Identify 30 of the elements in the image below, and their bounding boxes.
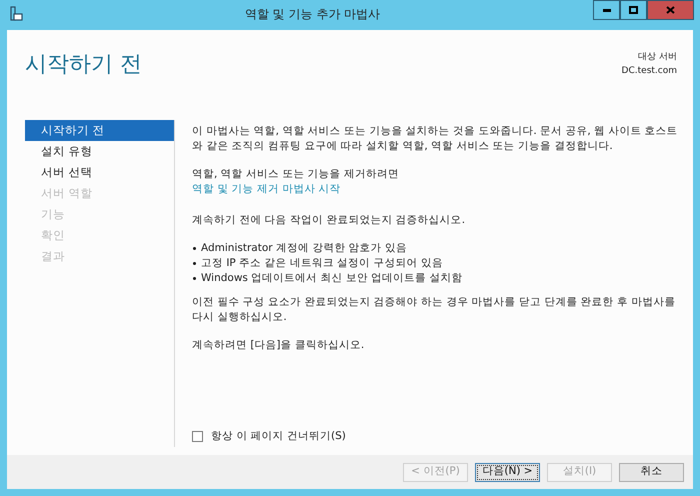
target-server-label: 대상 서버 <box>637 51 677 64</box>
wizard-step[interactable]: 시작하기 전 <box>25 120 174 141</box>
target-server-name: DC.test.com <box>622 65 677 78</box>
paragraph: 이전 필수 구성 요소가 완료되었는지 검증해야 하는 경우 마법사를 닫고 단계를 완료한 후 마법사를 다시 실행하십시오. <box>192 295 676 325</box>
close-button[interactable] <box>647 0 694 20</box>
list-item: 고정 IP 주소 같은 네트워크 설정이 구성되어 있음 <box>201 256 443 271</box>
wizard-step[interactable]: 서버 선택 <box>25 162 174 183</box>
remove-wizard-link[interactable]: 역할 및 기능 제거 마법사 시작 <box>192 183 341 195</box>
checkbox[interactable] <box>192 431 203 442</box>
minimize-button[interactable] <box>593 0 620 20</box>
paragraph: 역할, 역할 서비스 또는 기능을 제거하려면 <box>192 167 400 182</box>
close-icon <box>666 6 675 14</box>
paragraph: 이 마법사는 역할, 역할 서비스 또는 기능을 설치하는 것을 도와줍니다. 문서 공유, 웹 사이트 호스트와 같은 조직의 컴퓨팅 요구에 따라 설치할 역할, 역할 서비스 또는 기능을 결정합니다. <box>192 124 679 154</box>
checkbox-label[interactable]: 항상 이 페이지 건너뛰기(S) <box>211 429 346 444</box>
maximize-icon <box>629 6 638 14</box>
wizard-button[interactable]: 취소 <box>619 462 684 482</box>
window-title: 역할 및 기능 추가 마법사 <box>244 6 382 23</box>
page-title: 시작하기 전 <box>25 51 142 79</box>
server-manager-icon <box>8 6 24 22</box>
list-item: Administrator 계정에 강력한 암호가 있음 <box>201 241 407 256</box>
minimize-icon <box>602 8 610 12</box>
wizard-button[interactable]: 다음(N) > <box>475 462 540 482</box>
bullet-icon <box>193 247 196 250</box>
bullet-icon <box>193 277 196 280</box>
paragraph: 계속하려면 [다음]을 클릭하십시오. <box>192 338 366 353</box>
maximize-button[interactable] <box>620 0 647 20</box>
list-item: Windows 업데이트에서 최신 보안 업데이트를 설치함 <box>201 271 463 286</box>
bullet-icon <box>193 262 196 265</box>
wizard-step[interactable]: 설치 유형 <box>25 141 174 162</box>
paragraph: 계속하기 전에 다음 작업이 완료되었는지 검증하십시오. <box>192 213 466 228</box>
